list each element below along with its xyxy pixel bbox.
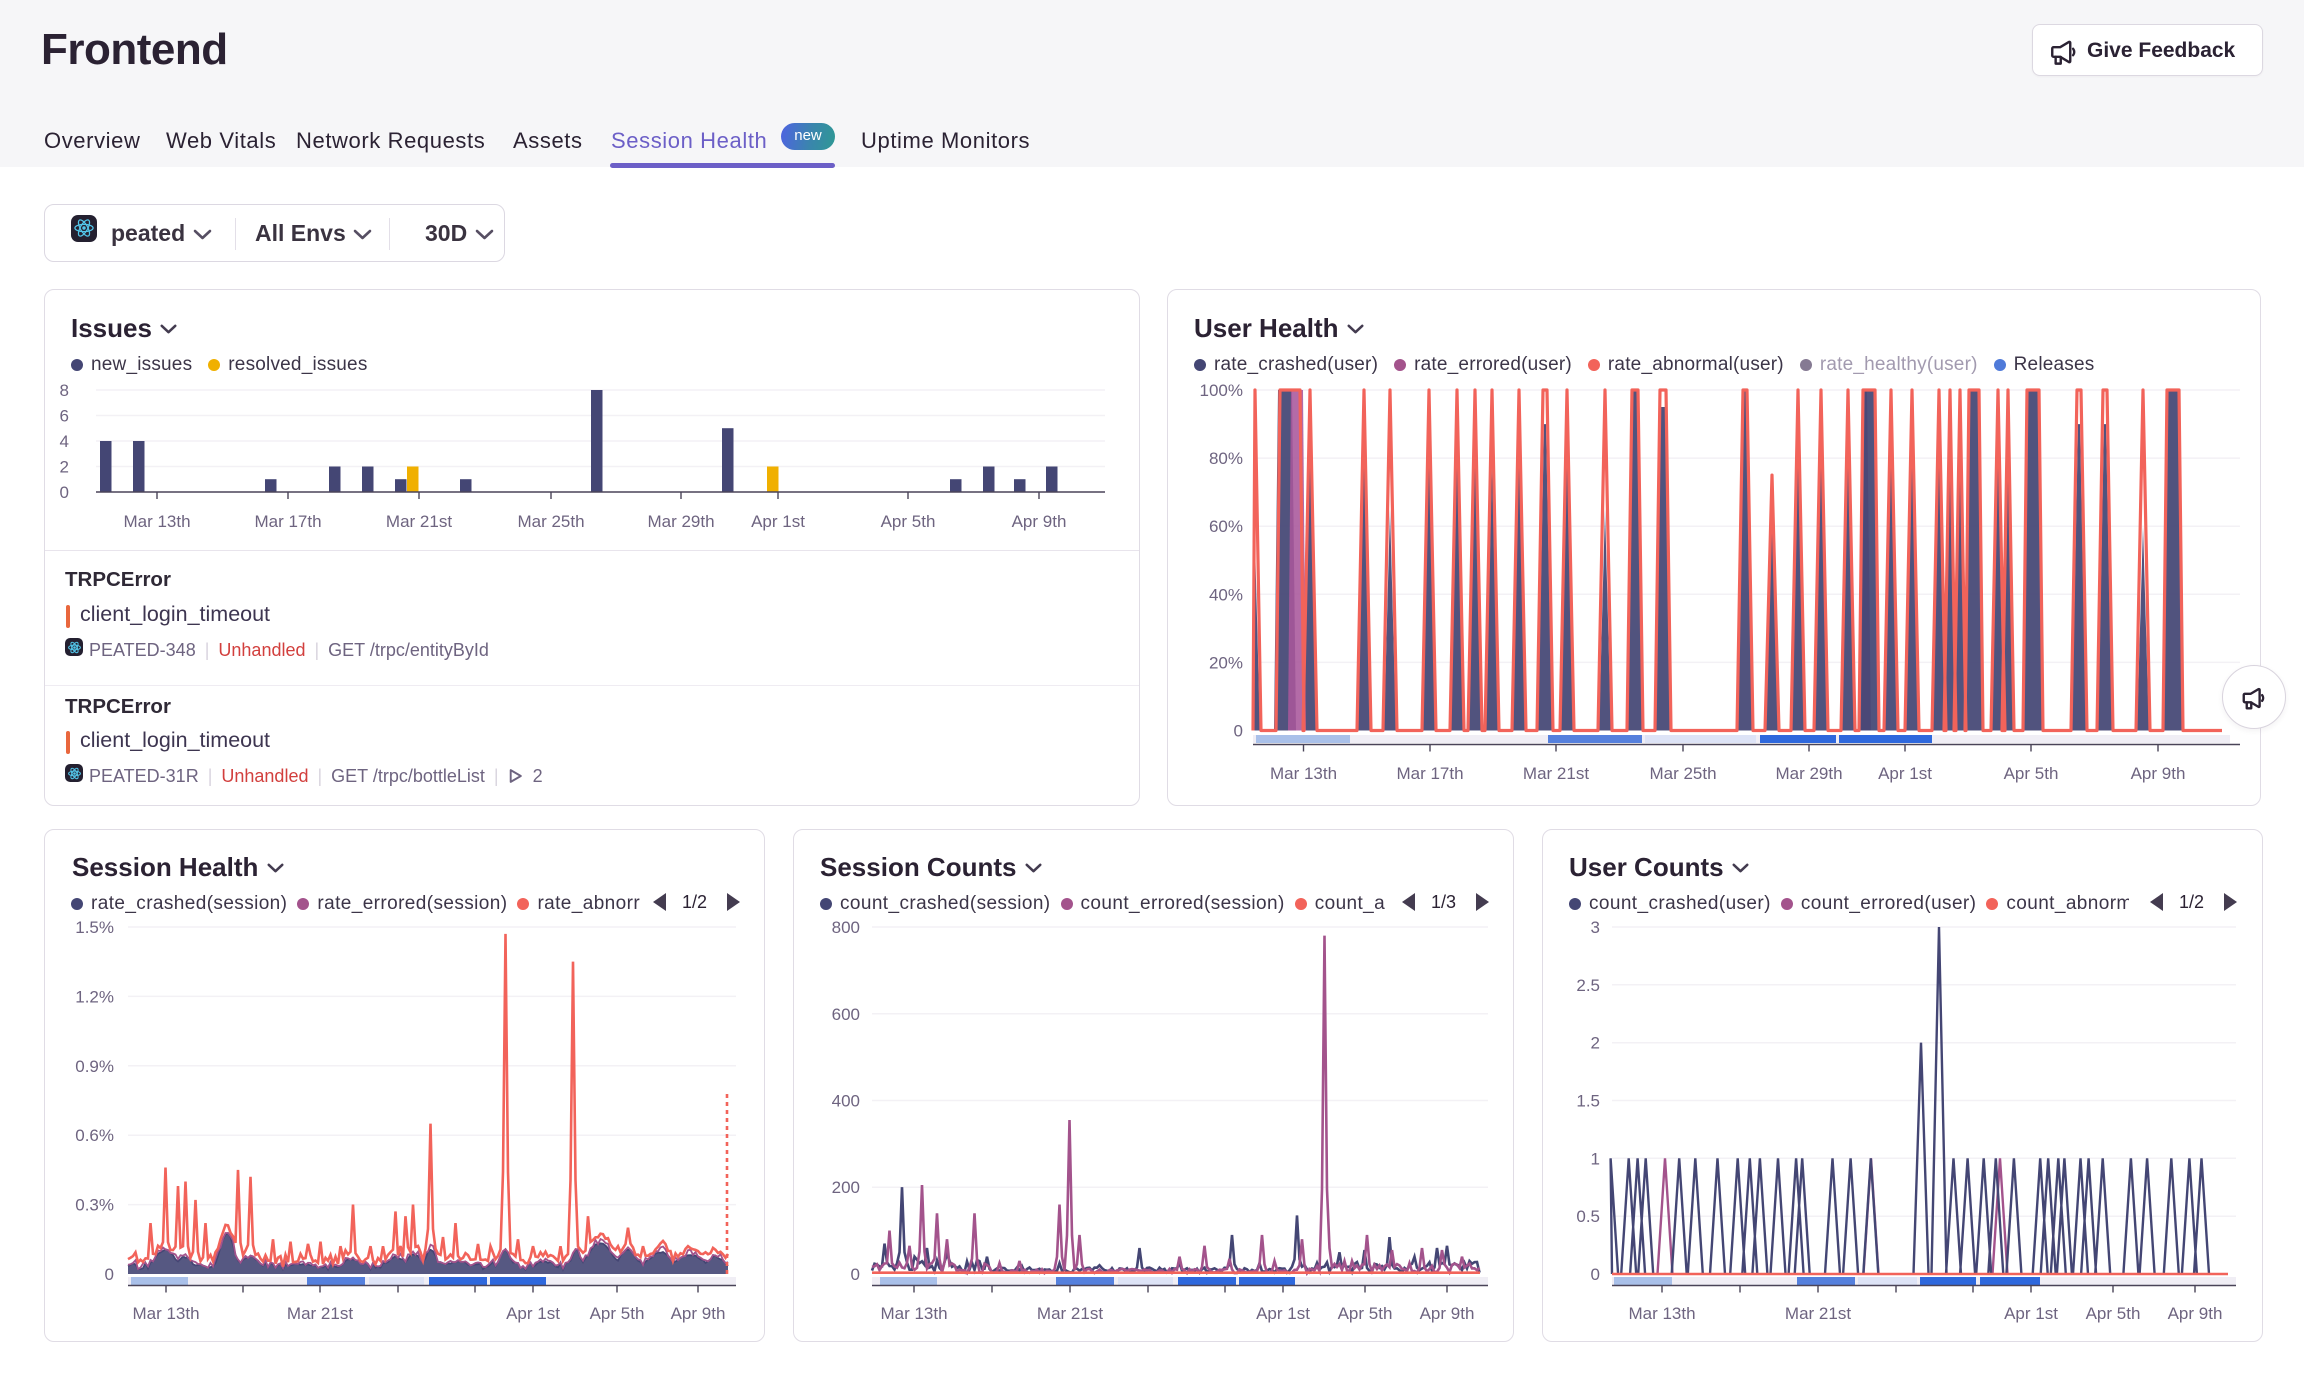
svg-text:0.6%: 0.6% [75, 1126, 114, 1145]
svg-text:0.5: 0.5 [1576, 1207, 1600, 1226]
svg-text:Mar 13th: Mar 13th [123, 512, 190, 531]
svg-text:1: 1 [1591, 1149, 1600, 1168]
svg-text:0: 0 [1234, 722, 1243, 741]
svg-text:Mar 21st: Mar 21st [1785, 1304, 1851, 1323]
svg-text:2.5: 2.5 [1576, 976, 1600, 995]
svg-text:800: 800 [832, 918, 860, 937]
svg-text:Mar 29th: Mar 29th [1775, 764, 1842, 783]
svg-text:0: 0 [1591, 1265, 1600, 1284]
svg-text:40%: 40% [1209, 585, 1243, 604]
svg-text:Apr 9th: Apr 9th [2131, 764, 2186, 783]
svg-text:Apr 5th: Apr 5th [1338, 1304, 1393, 1323]
svg-text:Mar 17th: Mar 17th [254, 512, 321, 531]
svg-text:20%: 20% [1209, 653, 1243, 672]
svg-text:0.9%: 0.9% [75, 1057, 114, 1076]
svg-text:8: 8 [60, 381, 69, 400]
svg-text:Apr 1st: Apr 1st [2004, 1304, 2058, 1323]
svg-text:Mar 29th: Mar 29th [647, 512, 714, 531]
svg-text:2: 2 [60, 458, 69, 477]
svg-text:Apr 9th: Apr 9th [2168, 1304, 2223, 1323]
svg-text:Mar 21st: Mar 21st [386, 512, 452, 531]
svg-text:60%: 60% [1209, 517, 1243, 536]
svg-text:600: 600 [832, 1005, 860, 1024]
svg-text:0.3%: 0.3% [75, 1196, 114, 1215]
svg-text:Apr 9th: Apr 9th [1420, 1304, 1475, 1323]
svg-text:Apr 9th: Apr 9th [1012, 512, 1067, 531]
svg-text:Apr 1st: Apr 1st [1256, 1304, 1310, 1323]
svg-text:3: 3 [1591, 918, 1600, 937]
svg-text:80%: 80% [1209, 449, 1243, 468]
svg-text:0: 0 [60, 483, 69, 502]
svg-text:Mar 13th: Mar 13th [880, 1304, 947, 1323]
svg-text:Apr 5th: Apr 5th [2086, 1304, 2141, 1323]
svg-text:Mar 25th: Mar 25th [1649, 764, 1716, 783]
svg-text:Apr 5th: Apr 5th [590, 1304, 645, 1323]
svg-text:200: 200 [832, 1178, 860, 1197]
svg-text:6: 6 [60, 407, 69, 426]
svg-text:2: 2 [1591, 1034, 1600, 1053]
svg-text:1.5: 1.5 [1576, 1092, 1600, 1111]
svg-text:Apr 1st: Apr 1st [751, 512, 805, 531]
svg-text:Mar 17th: Mar 17th [1396, 764, 1463, 783]
svg-text:Mar 13th: Mar 13th [132, 1304, 199, 1323]
svg-text:1.2%: 1.2% [75, 987, 114, 1006]
svg-text:Mar 21st: Mar 21st [1037, 1304, 1103, 1323]
svg-text:Apr 5th: Apr 5th [2004, 764, 2059, 783]
svg-text:1.5%: 1.5% [75, 918, 114, 937]
svg-text:Mar 25th: Mar 25th [517, 512, 584, 531]
svg-text:Mar 21st: Mar 21st [1523, 764, 1589, 783]
svg-text:Apr 1st: Apr 1st [1878, 764, 1932, 783]
svg-text:Apr 5th: Apr 5th [881, 512, 936, 531]
svg-text:400: 400 [832, 1092, 860, 1111]
svg-text:0: 0 [851, 1265, 860, 1284]
svg-text:Mar 13th: Mar 13th [1628, 1304, 1695, 1323]
svg-text:Mar 21st: Mar 21st [287, 1304, 353, 1323]
svg-text:100%: 100% [1200, 381, 1243, 400]
svg-text:Apr 9th: Apr 9th [671, 1304, 726, 1323]
svg-text:Apr 1st: Apr 1st [506, 1304, 560, 1323]
svg-text:4: 4 [60, 432, 69, 451]
svg-text:Mar 13th: Mar 13th [1270, 764, 1337, 783]
svg-text:0: 0 [105, 1265, 114, 1284]
